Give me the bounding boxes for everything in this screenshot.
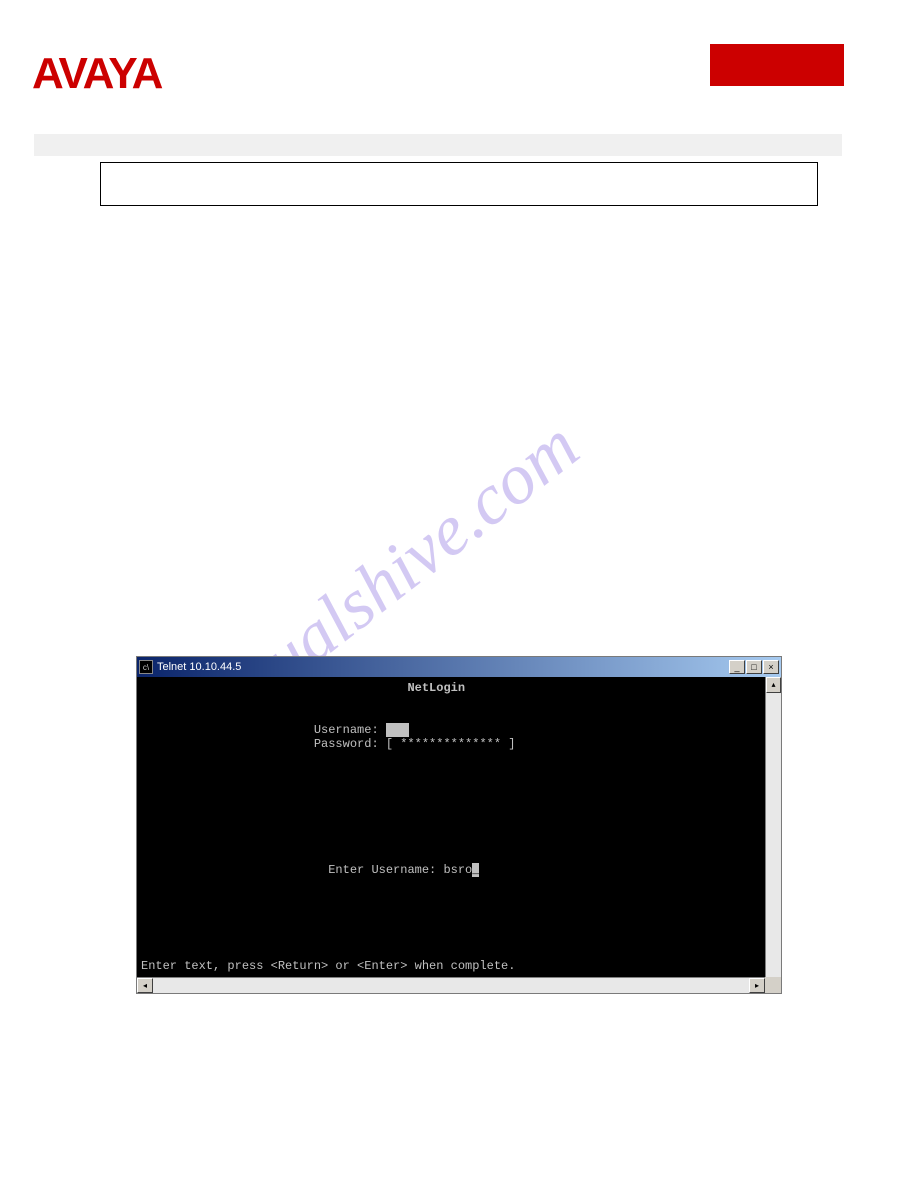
password-label: Password: (314, 737, 379, 751)
close-button[interactable]: × (763, 660, 779, 674)
blank-line (141, 835, 761, 849)
telnet-window: c\ Telnet 10.10.44.5 _ □ × NetLogin User… (136, 656, 782, 994)
blank-line (141, 751, 761, 765)
blank-line (141, 807, 761, 821)
scroll-track-h[interactable] (153, 978, 749, 993)
terminal-content: NetLogin Username: Password: [ *********… (141, 681, 761, 877)
screen-title: NetLogin (407, 681, 465, 695)
screen-title-line: NetLogin (141, 681, 761, 695)
vertical-scrollbar[interactable]: ▴ ▾ (765, 677, 781, 993)
footer-line: Enter text, press <Return> or <Enter> wh… (141, 959, 515, 973)
horizontal-scrollbar[interactable]: ◂ ▸ (137, 977, 765, 993)
username-input[interactable] (386, 723, 410, 737)
password-line: Password: [ ************** ] (141, 737, 761, 751)
blank-line (141, 709, 761, 723)
prompt-value[interactable]: bsro (443, 863, 472, 877)
scrollbar-corner (765, 977, 781, 993)
maximize-button[interactable]: □ (746, 660, 762, 674)
terminal-body[interactable]: NetLogin Username: Password: [ *********… (137, 677, 781, 993)
scroll-track-v[interactable] (766, 693, 781, 977)
terminal-icon: c\ (139, 660, 153, 674)
scroll-left-button[interactable]: ◂ (137, 978, 153, 993)
blank-line (141, 695, 761, 709)
blank-line (141, 793, 761, 807)
prompt-line: Enter Username: bsro_ (141, 863, 761, 877)
username-label: Username: (314, 723, 379, 737)
prompt-label: Enter Username: (328, 863, 443, 877)
window-title: Telnet 10.10.44.5 (157, 661, 729, 673)
info-box (100, 162, 818, 206)
scroll-right-button[interactable]: ▸ (749, 978, 765, 993)
username-line: Username: (141, 723, 761, 737)
brand-logo: AVAYA (32, 48, 224, 109)
blank-line (141, 849, 761, 863)
logo-text: AVAYA (32, 49, 163, 98)
window-titlebar[interactable]: c\ Telnet 10.10.44.5 _ □ × (137, 657, 781, 677)
password-value[interactable]: [ ************** ] (386, 737, 516, 751)
blank-line (141, 765, 761, 779)
header-red-block (710, 44, 844, 86)
blank-line (141, 821, 761, 835)
minimize-button[interactable]: _ (729, 660, 745, 674)
window-controls: _ □ × (729, 660, 779, 674)
blank-line (141, 779, 761, 793)
section-bar (34, 134, 842, 156)
scroll-up-button[interactable]: ▴ (766, 677, 781, 693)
cursor: _ (472, 863, 479, 877)
